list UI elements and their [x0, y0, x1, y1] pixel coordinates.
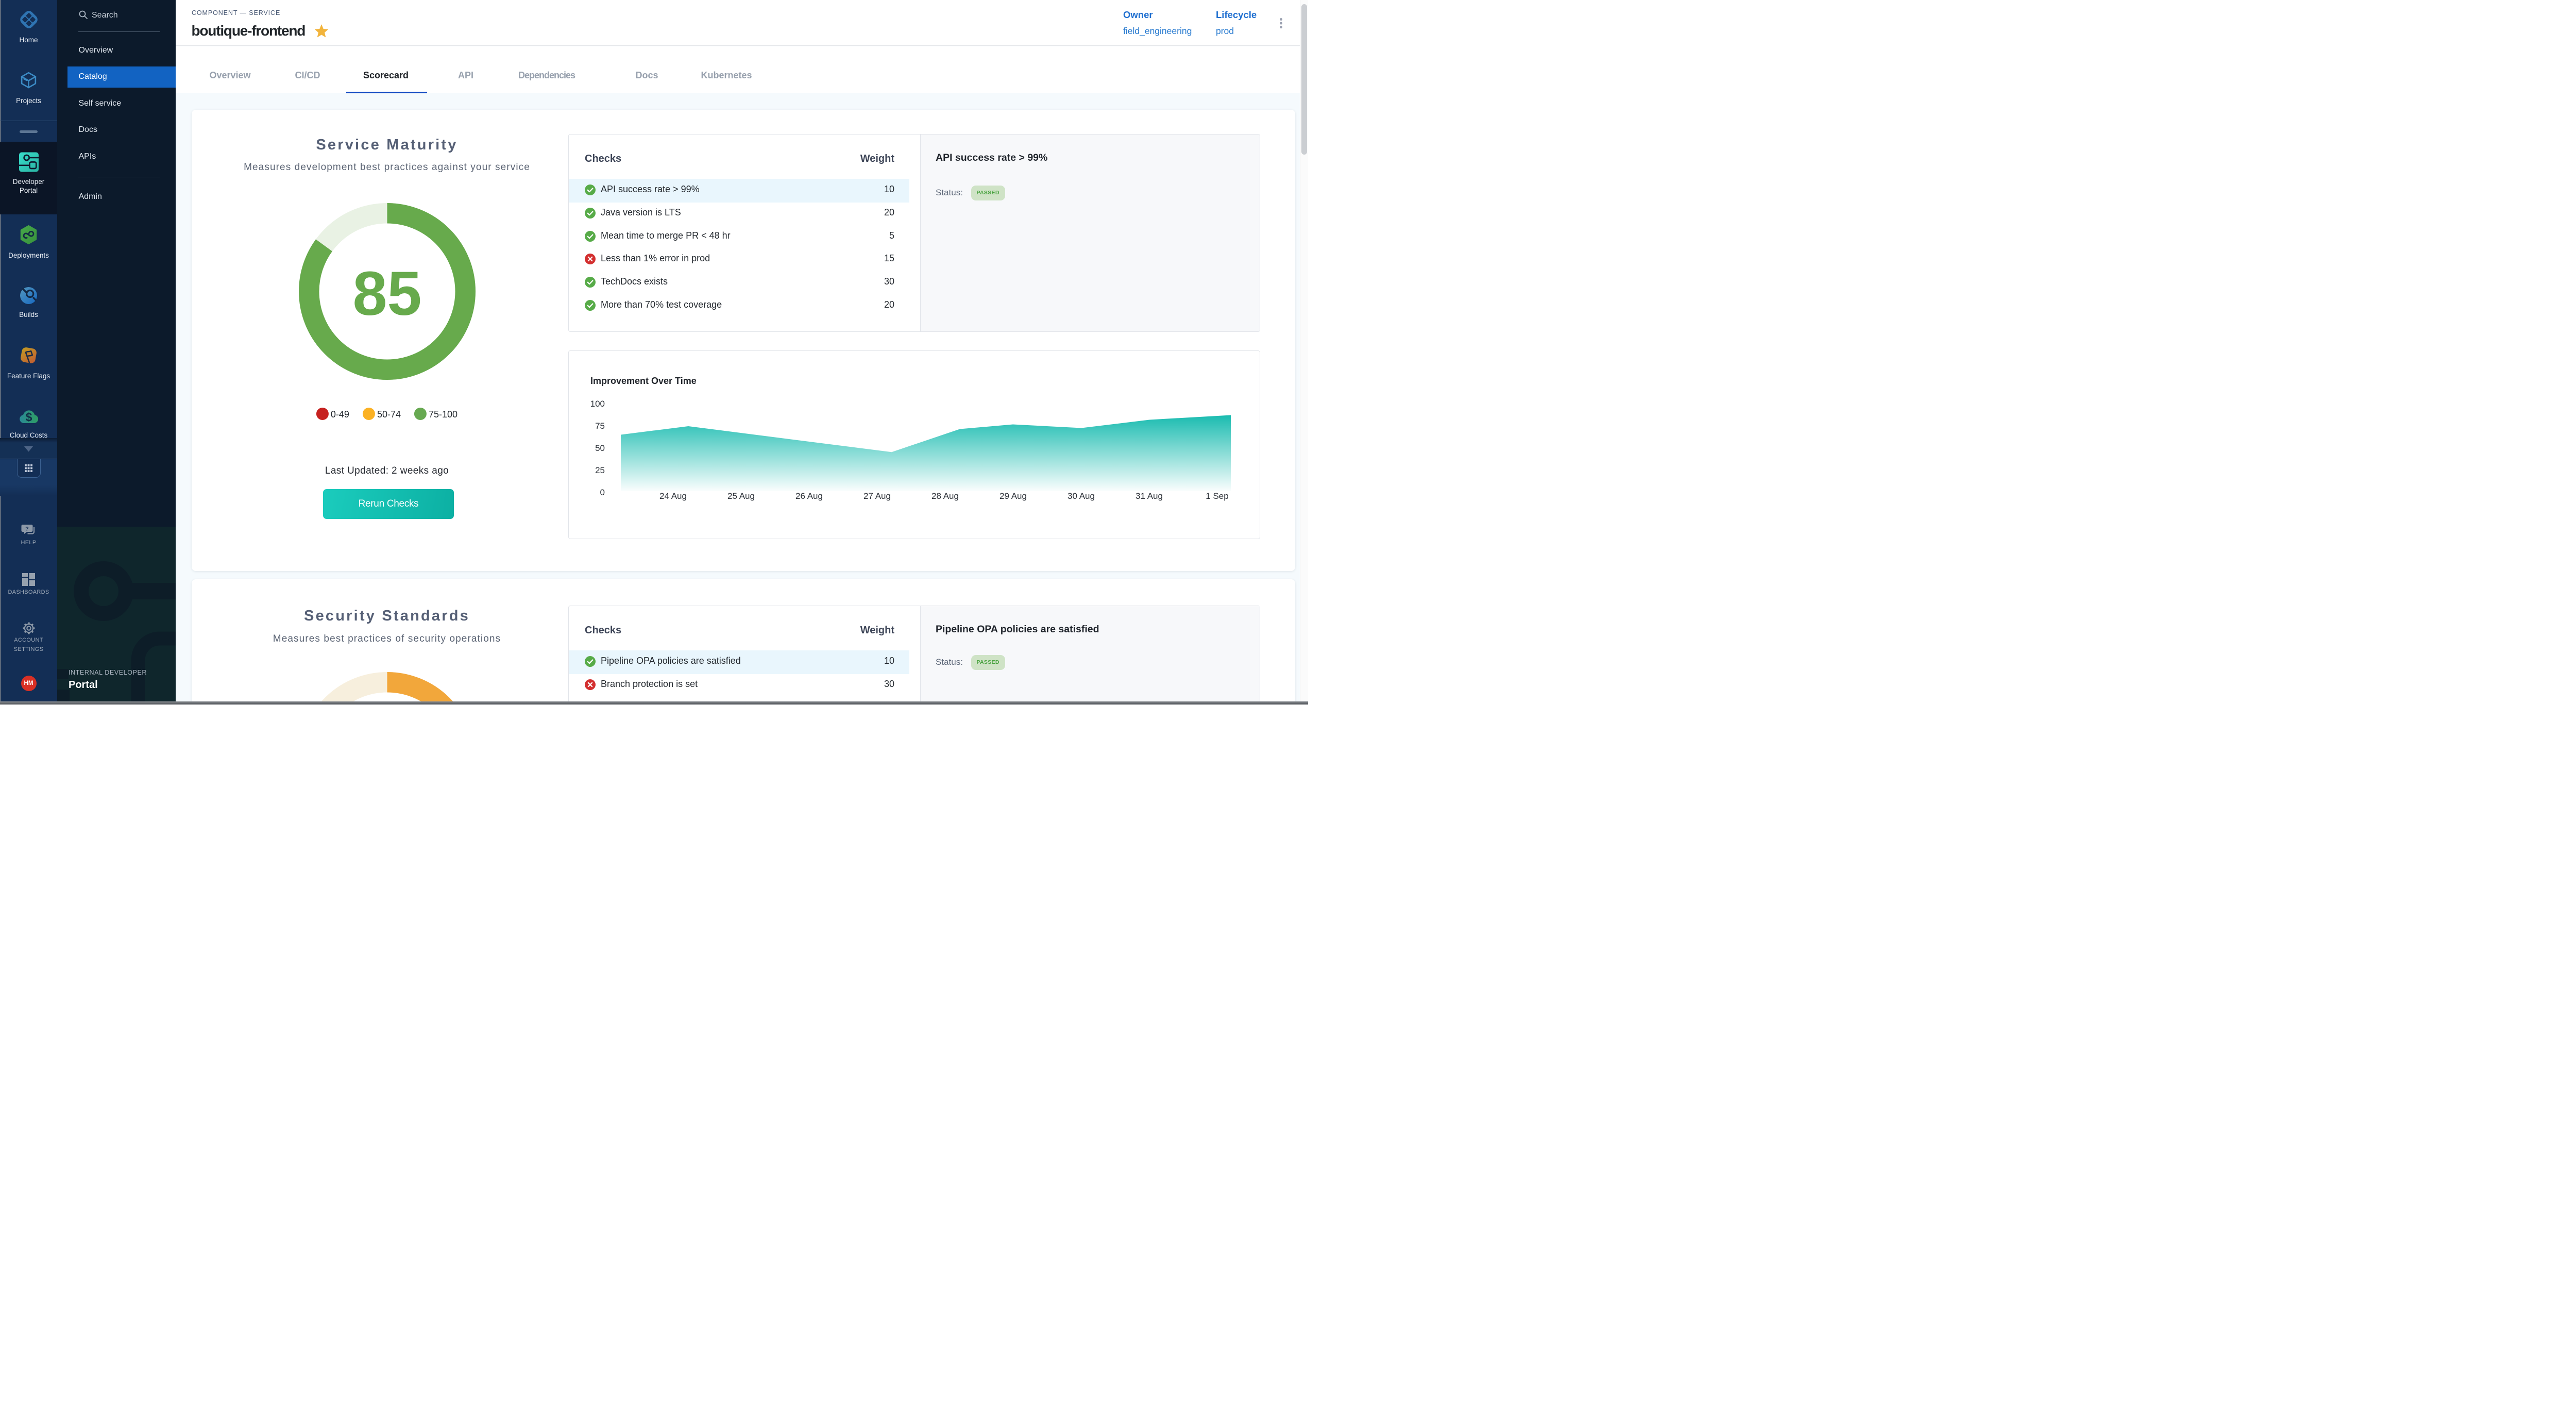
- svg-text:?: ?: [25, 526, 29, 532]
- svg-text:$: $: [25, 411, 32, 424]
- svg-text:85: 85: [352, 259, 421, 328]
